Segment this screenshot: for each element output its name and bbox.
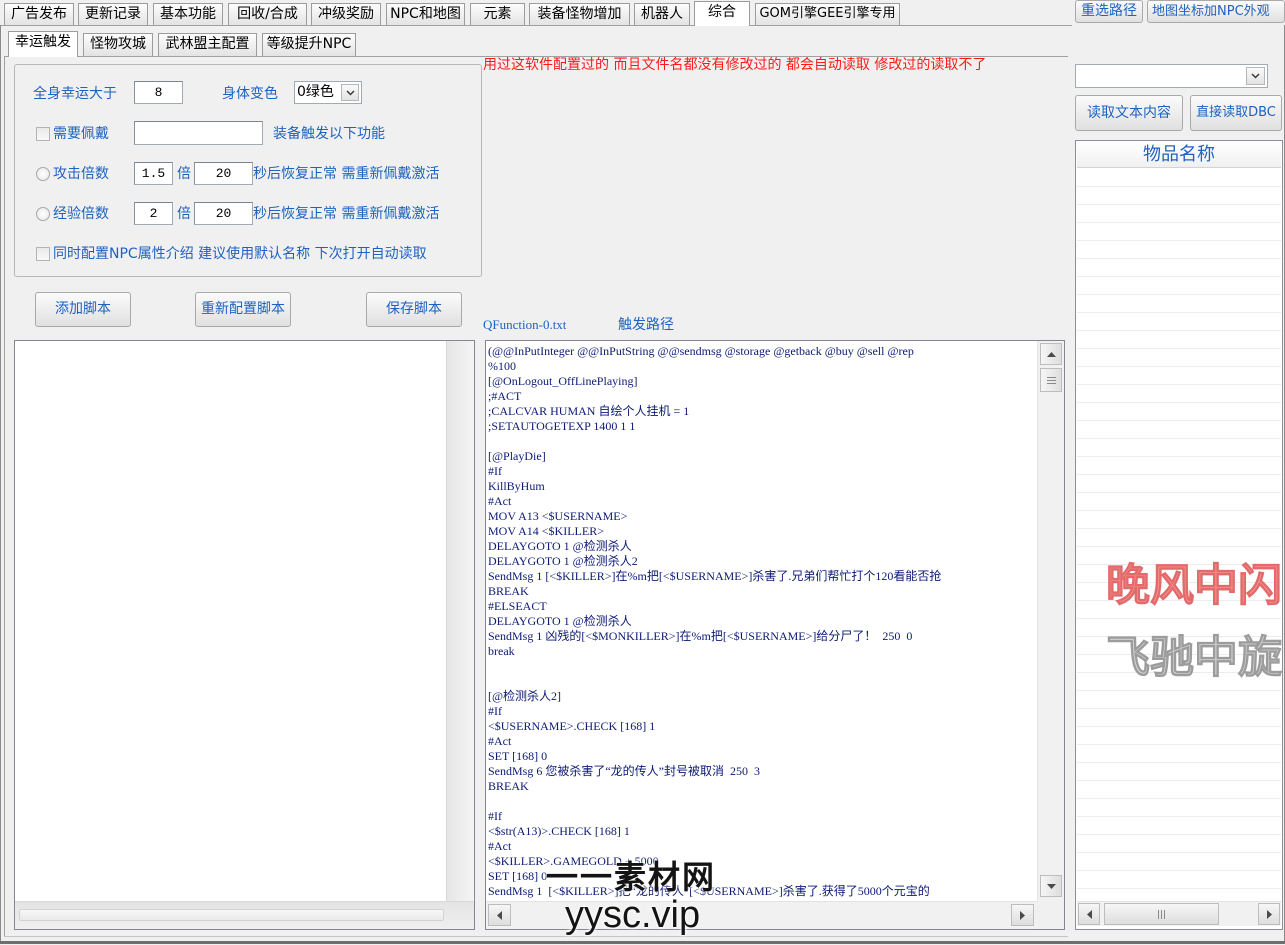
chevron-down-icon[interactable]	[1246, 67, 1265, 85]
subtab-monster-siege[interactable]: 怪物攻城	[83, 33, 153, 56]
body-color-select[interactable]: 0绿色	[294, 81, 362, 104]
subtab-page-bottom-border	[4, 936, 1068, 937]
tab-update-log[interactable]: 更新记录	[78, 3, 148, 25]
subtab-luck-trigger[interactable]: 幸运触发	[8, 31, 78, 57]
scroll-down-icon[interactable]	[1040, 875, 1062, 897]
npc-intro-checkbox[interactable]	[36, 247, 50, 261]
tab-general[interactable]: 综合	[694, 1, 750, 26]
editor-vertical-scrollbar[interactable]	[1037, 341, 1064, 901]
item-name-column-header[interactable]: 物品名称	[1077, 142, 1281, 168]
editor-scrollbar-corner	[1037, 901, 1064, 929]
trigger-path-label: 触发路径	[618, 317, 674, 333]
overlay-text-primary: 晚风中闪	[1106, 560, 1283, 611]
attack-multiplier-label: 攻击倍数	[53, 166, 109, 182]
read-dbc-button[interactable]: 直接读取DBC	[1190, 95, 1282, 131]
list-horizontal-scrollbar-thumb[interactable]	[1104, 903, 1219, 925]
read-text-content-button[interactable]: 读取文本内容	[1075, 95, 1183, 131]
left-vertical-scrollbar[interactable]	[446, 341, 474, 901]
watermark-url: yysc.vip	[565, 894, 701, 936]
tab-npc-map[interactable]: NPC和地图	[386, 3, 465, 25]
tab-ad-publish[interactable]: 广告发布	[4, 3, 74, 25]
chevron-down-icon[interactable]	[341, 84, 359, 101]
exp-multiplier-label: 经验倍数	[53, 206, 109, 222]
attack-multiplier-input[interactable]	[134, 162, 173, 185]
require-wear-checkbox[interactable]	[36, 127, 50, 141]
overlay-text-secondary: 飞驰中旋	[1106, 632, 1283, 683]
right-path-select[interactable]	[1075, 64, 1268, 88]
scroll-left-icon[interactable]	[488, 904, 511, 926]
attack-times-label: 倍	[177, 166, 191, 182]
exp-restore-label: 秒后恢复正常 需重新佩戴激活	[253, 206, 440, 222]
luck-threshold-input[interactable]	[134, 81, 183, 104]
script-text[interactable]: (@@InPutInteger @@InPutString @@sendmsg …	[488, 344, 1036, 900]
npc-intro-label: 同时配置NPC属性介绍 建议使用默认名称 下次打开自动读取	[53, 246, 427, 262]
editor-vertical-scrollbar-thumb[interactable]	[1040, 368, 1062, 392]
exp-times-label: 倍	[177, 206, 191, 222]
script-editor[interactable]: (@@InPutInteger @@InPutString @@sendmsg …	[485, 340, 1065, 930]
tab-recycle-compose[interactable]: 回收/合成	[228, 3, 307, 25]
tab-level-rewards[interactable]: 冲级奖励	[311, 3, 381, 25]
body-color-label: 身体变色	[222, 86, 278, 102]
top-tab-baseline	[0, 25, 1072, 26]
require-wear-item-input[interactable]	[134, 121, 263, 145]
body-color-value: 0绿色	[297, 84, 334, 100]
add-script-button[interactable]: 添加脚本	[35, 292, 131, 327]
tab-equip-monster-add[interactable]: 装备怪物增加	[529, 3, 630, 25]
left-horizontal-scrollbar-thumb[interactable]	[19, 909, 444, 921]
scroll-right-icon[interactable]	[1011, 904, 1034, 926]
list-horizontal-scrollbar[interactable]	[1077, 901, 1281, 926]
exp-seconds-input[interactable]	[194, 202, 253, 225]
scroll-right-icon[interactable]	[1258, 903, 1280, 925]
item-list-rows[interactable]	[1077, 169, 1281, 901]
tab-basic-functions[interactable]: 基本功能	[153, 3, 223, 25]
script-file-name: QFunction-0.txt	[483, 317, 567, 332]
scroll-left-icon[interactable]	[1078, 903, 1100, 925]
tab-elements[interactable]: 元素	[470, 3, 525, 25]
attack-multiplier-radio[interactable]	[36, 167, 50, 181]
subtab-alliance-leader[interactable]: 武林盟主配置	[158, 33, 257, 56]
exp-multiplier-input[interactable]	[134, 202, 173, 225]
equip-trigger-label: 装备触发以下功能	[273, 126, 385, 142]
scroll-up-icon[interactable]	[1040, 343, 1062, 365]
require-wear-label: 需要佩戴	[53, 126, 109, 142]
subtab-page-left-border	[4, 56, 5, 936]
save-script-button[interactable]: 保存脚本	[366, 292, 462, 327]
item-name-list[interactable]: 物品名称 晚风中闪 飞驰中旋	[1075, 140, 1283, 930]
left-script-textarea[interactable]	[14, 340, 475, 930]
window-bottom-border	[0, 941, 1285, 944]
tab-robot[interactable]: 机器人	[634, 3, 690, 25]
tab-gom-gee-engine[interactable]: GOM引擎GEE引擎专用	[755, 3, 900, 25]
luck-threshold-label: 全身幸运大于	[33, 86, 117, 102]
left-horizontal-scrollbar[interactable]	[15, 901, 474, 929]
auto-read-notice: 用过这软件配置过的 而且文件名都没有修改过的 都会自动读取 修改过的读取不了	[483, 57, 987, 73]
watermark-site-name: 一一素材网	[546, 858, 717, 896]
reselect-path-button[interactable]: 重选路径	[1075, 0, 1143, 23]
window-left-border	[0, 25, 1, 943]
exp-multiplier-radio[interactable]	[36, 207, 50, 221]
map-coords-npc-button[interactable]: 地图坐标加NPC外观	[1147, 0, 1285, 23]
attack-restore-label: 秒后恢复正常 需重新佩戴激活	[253, 166, 440, 182]
reconfigure-script-button[interactable]: 重新配置脚本	[195, 292, 291, 327]
attack-seconds-input[interactable]	[194, 162, 253, 185]
subtab-level-up-npc[interactable]: 等级提升NPC	[262, 33, 356, 56]
